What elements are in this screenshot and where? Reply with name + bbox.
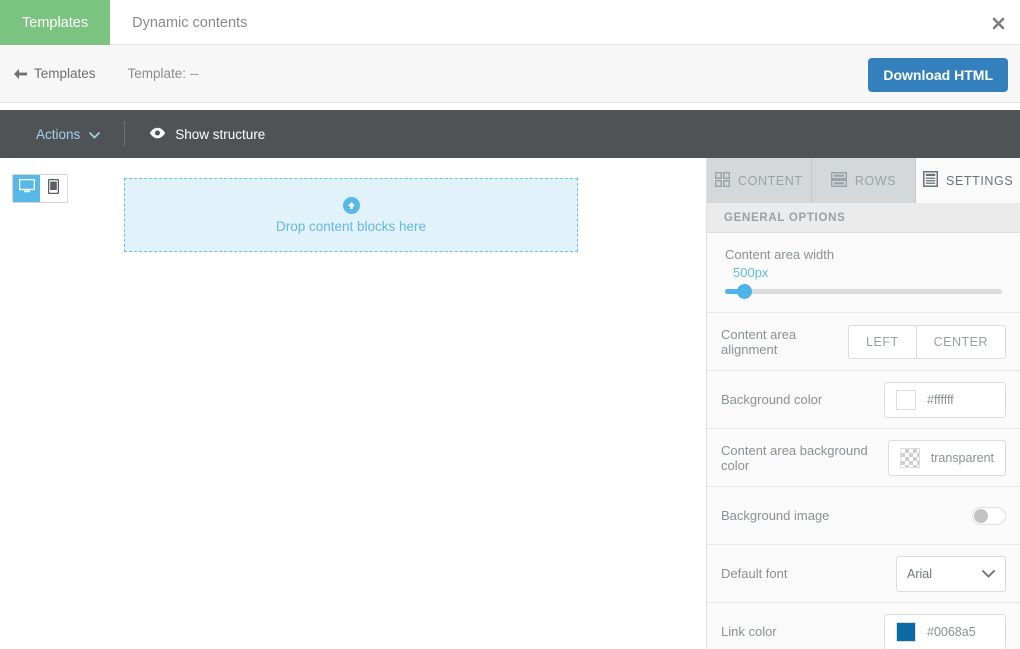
eye-icon xyxy=(149,127,166,142)
tab-dynamic-contents[interactable]: Dynamic contents xyxy=(110,0,269,45)
grid-icon xyxy=(714,171,731,190)
actions-label: Actions xyxy=(36,126,81,142)
content-area-alignment-group: LEFT CENTER xyxy=(848,324,1006,359)
settings-document-icon xyxy=(922,170,939,190)
download-html-button[interactable]: Download HTML xyxy=(868,58,1008,92)
content-area-background-color-value: transparent xyxy=(930,450,994,465)
show-structure-label: Show structure xyxy=(175,126,266,142)
device-preview-toggle xyxy=(12,174,68,203)
background-color-picker[interactable]: #ffffff xyxy=(884,381,1006,418)
tab-content[interactable]: CONTENT xyxy=(707,158,812,203)
row-content-area-background-color: Content area background color transparen… xyxy=(707,429,1020,487)
close-icon[interactable] xyxy=(987,12,1009,34)
transparent-swatch xyxy=(899,447,920,468)
arrow-left-icon xyxy=(13,68,28,80)
link-color-value: #0068a5 xyxy=(927,624,976,639)
background-color-swatch xyxy=(896,389,916,410)
row-content-area-width: Content area width 500px xyxy=(707,233,1020,313)
content-area-width-label: Content area width xyxy=(725,247,835,262)
tab-rows[interactable]: ROWS xyxy=(811,158,917,203)
tab-content-label: CONTENT xyxy=(738,173,803,188)
top-tab-bar: Templates Dynamic contents xyxy=(0,0,1020,45)
link-color-picker[interactable]: #0068a5 xyxy=(884,613,1006,649)
show-structure-button[interactable]: Show structure xyxy=(149,127,265,142)
toggle-knob xyxy=(974,508,988,523)
background-color-value: #ffffff xyxy=(927,392,954,407)
row-link-color: Link color #0068a5 xyxy=(707,603,1020,649)
mobile-icon xyxy=(47,178,60,199)
default-font-label: Default font xyxy=(721,566,788,581)
default-font-value: Arial xyxy=(907,566,933,581)
upload-arrow-icon xyxy=(342,196,360,214)
link-color-swatch xyxy=(896,621,916,642)
content-area-alignment-label: Content area alignment xyxy=(721,326,797,357)
settings-panel: CONTENT ROWS SETTINGS GENERAL OPTIONS Co… xyxy=(706,158,1020,649)
desktop-icon xyxy=(18,178,35,198)
editor-toolbar: Actions Show structure xyxy=(0,110,1020,158)
chevron-down-icon xyxy=(982,565,995,583)
editor-canvas: Drop content blocks here xyxy=(0,158,706,649)
link-color-label: Link color xyxy=(721,624,777,639)
template-title: Template: -- xyxy=(127,66,199,81)
background-image-label: Background image xyxy=(721,508,830,523)
align-center-button[interactable]: CENTER xyxy=(915,325,1005,358)
tab-templates-label: Templates xyxy=(22,14,89,31)
default-font-select[interactable]: Arial xyxy=(896,555,1006,592)
tab-settings-label: SETTINGS xyxy=(946,173,1014,188)
general-options-header: GENERAL OPTIONS xyxy=(707,203,1020,233)
content-area-width-value: 500px xyxy=(733,265,769,280)
rows-icon xyxy=(830,171,847,190)
toolbar-divider xyxy=(124,121,126,147)
row-background-color: Background color #ffffff xyxy=(707,371,1020,429)
align-left-button[interactable]: LEFT xyxy=(849,326,916,358)
content-area-background-color-picker[interactable]: transparent xyxy=(887,439,1006,476)
content-area-width-slider[interactable] xyxy=(725,284,1002,299)
breadcrumb: Templates Template: -- Download HTML xyxy=(0,45,1020,103)
background-color-label: Background color xyxy=(721,392,823,407)
drop-content-blocks-zone[interactable]: Drop content blocks here xyxy=(124,178,578,252)
row-content-area-alignment: Content area alignment LEFT CENTER xyxy=(707,313,1020,371)
back-link-label: Templates xyxy=(34,66,96,81)
panel-tab-bar: CONTENT ROWS SETTINGS xyxy=(707,158,1020,203)
actions-dropdown[interactable]: Actions xyxy=(36,126,101,142)
slider-thumb[interactable] xyxy=(737,284,753,299)
row-background-image: Background image xyxy=(707,487,1020,545)
tab-rows-label: ROWS xyxy=(854,173,897,188)
chevron-down-icon xyxy=(89,127,101,142)
tab-settings[interactable]: SETTINGS xyxy=(916,158,1020,203)
content-area-background-color-label: Content area background color xyxy=(721,442,868,473)
tab-dynamic-contents-label: Dynamic contents xyxy=(132,14,248,31)
tab-templates[interactable]: Templates xyxy=(0,0,111,45)
background-image-toggle[interactable] xyxy=(972,506,1006,525)
back-to-templates-link[interactable]: Templates xyxy=(13,66,96,81)
device-mobile-button[interactable] xyxy=(40,175,67,202)
device-desktop-button[interactable] xyxy=(13,175,40,202)
row-default-font: Default font Arial xyxy=(707,545,1020,603)
drop-zone-label: Drop content blocks here xyxy=(275,218,427,234)
